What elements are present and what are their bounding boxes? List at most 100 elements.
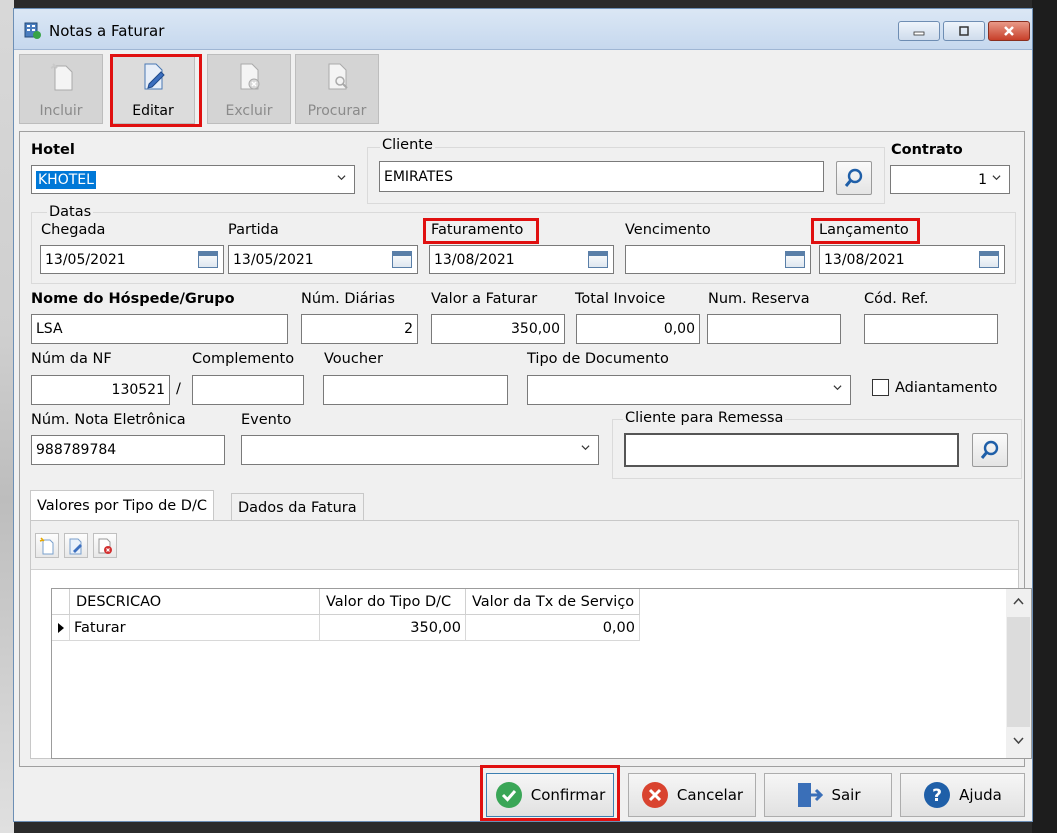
app-icon (24, 22, 41, 39)
contrato-value: 1 (978, 171, 987, 188)
voucher-label: Voucher (324, 351, 383, 367)
adiantamento-checkbox[interactable] (872, 379, 889, 396)
grid-header-valor-tx[interactable]: Valor da Tx de Serviço (466, 589, 640, 615)
grid-cell-valor-tx[interactable]: 0,00 (466, 615, 640, 641)
grid-edit-button[interactable] (64, 533, 88, 558)
vencimento-date[interactable] (625, 245, 811, 274)
valor-faturar-label: Valor a Faturar (431, 291, 538, 307)
contrato-label: Contrato (891, 142, 963, 158)
chevron-down-icon (992, 175, 1001, 181)
faturamento-value: 13/08/2021 (434, 251, 515, 268)
calendar-icon[interactable] (588, 251, 608, 268)
chevron-down-icon (833, 385, 842, 391)
tipo-documento-combo[interactable] (527, 375, 851, 405)
vencimento-label: Vencimento (625, 222, 711, 238)
row-indicator-icon (52, 615, 70, 641)
adiantamento-label[interactable]: Adiantamento (895, 380, 997, 396)
tab-page: DESCRICAO Valor do Tipo D/C Valor da Tx … (30, 520, 1032, 759)
num-reserva-label: Num. Reserva (708, 291, 810, 307)
incluir-button[interactable]: Incluir (19, 54, 103, 124)
edit-document-icon (69, 538, 82, 554)
evento-label: Evento (241, 412, 292, 428)
faturamento-date[interactable]: 13/08/2021 (429, 245, 614, 274)
evento-combo[interactable] (241, 435, 599, 465)
maximize-icon (959, 26, 969, 36)
calendar-icon[interactable] (198, 251, 218, 268)
grid-cell-valor-tipo[interactable]: 350,00 (320, 615, 466, 641)
voucher-input[interactable] (323, 375, 508, 405)
grid-scrollbar[interactable] (1006, 589, 1031, 758)
chegada-label: Chegada (41, 222, 106, 238)
calendar-icon[interactable] (979, 251, 999, 268)
cod-ref-input[interactable] (864, 314, 998, 344)
cancelar-button[interactable]: Cancelar (628, 773, 756, 817)
cliente-input[interactable]: EMIRATES (379, 161, 824, 192)
diarias-input[interactable]: 2 (301, 314, 418, 344)
remessa-label: Cliente para Remessa (623, 410, 786, 426)
notas-a-faturar-window: Notas a Faturar Incluir Editar Excluir P… (13, 8, 1033, 822)
help-icon: ? (924, 782, 951, 808)
sair-button[interactable]: Sair (764, 773, 892, 817)
procurar-label: Procurar (307, 103, 367, 119)
grid-header-valor-tipo[interactable]: Valor do Tipo D/C (320, 589, 466, 615)
cancelar-label: Cancelar (676, 786, 744, 804)
delete-document-icon (240, 63, 260, 90)
minimize-icon (913, 31, 925, 36)
excluir-button[interactable]: Excluir (207, 54, 291, 124)
grid-toolbar (31, 521, 1018, 570)
procurar-button[interactable]: Procurar (295, 54, 379, 124)
confirmar-button[interactable]: Confirmar (486, 773, 614, 817)
cancel-icon (641, 782, 668, 808)
total-invoice-label: Total Invoice (575, 291, 666, 307)
remessa-search-button[interactable] (972, 433, 1008, 467)
hospede-label: Nome do Hóspede/Grupo (31, 291, 235, 307)
chevron-down-icon (581, 445, 590, 451)
partida-date[interactable]: 13/05/2021 (228, 245, 418, 274)
background-left (0, 0, 14, 833)
find-document-icon (328, 63, 348, 90)
grid-delete-button[interactable] (93, 533, 117, 558)
valores-grid[interactable]: DESCRICAO Valor do Tipo D/C Valor da Tx … (51, 588, 1032, 759)
close-button[interactable] (988, 21, 1030, 41)
grid-add-button[interactable] (35, 533, 59, 558)
ajuda-button[interactable]: ? Ajuda (900, 773, 1025, 817)
total-invoice-input[interactable]: 0,00 (576, 314, 700, 344)
hotel-combo[interactable]: KHOTEL (31, 165, 355, 194)
maximize-button[interactable] (943, 21, 985, 41)
close-icon (1004, 26, 1014, 36)
tab-dados-fatura[interactable]: Dados da Fatura (231, 493, 364, 521)
chegada-date[interactable]: 13/05/2021 (40, 245, 224, 274)
complemento-label: Complemento (192, 351, 295, 367)
calendar-icon[interactable] (392, 251, 412, 268)
contrato-combo[interactable]: 1 (890, 165, 1010, 194)
editar-button[interactable]: Editar (111, 54, 195, 124)
grid-cell-descricao[interactable]: Faturar (70, 615, 320, 641)
tab-valores-tipo-dc[interactable]: Valores por Tipo de D/C (30, 490, 214, 521)
tipo-documento-label: Tipo de Documento (527, 351, 669, 367)
calendar-icon[interactable] (785, 251, 805, 268)
grid-header-descricao[interactable]: DESCRICAO (70, 589, 320, 615)
lancamento-value: 13/08/2021 (824, 251, 905, 268)
num-nf-input[interactable]: 130521 (31, 375, 170, 405)
chevron-up-icon[interactable] (1013, 597, 1024, 605)
lancamento-date[interactable]: 13/08/2021 (819, 245, 1005, 274)
search-icon (980, 440, 999, 459)
minimize-button[interactable] (898, 21, 940, 41)
hotel-value: KHOTEL (36, 170, 96, 189)
nota-eletronica-input[interactable]: 988789784 (31, 435, 225, 465)
hospede-input[interactable]: LSA (31, 314, 288, 344)
title-bar[interactable]: Notas a Faturar (14, 9, 1032, 50)
cliente-search-button[interactable] (836, 161, 872, 195)
nf-separator: / (176, 381, 181, 397)
chevron-down-icon[interactable] (1013, 737, 1024, 745)
grid-scroll-thumb[interactable] (1007, 617, 1030, 727)
valor-faturar-input[interactable]: 350,00 (431, 314, 565, 344)
remessa-input[interactable] (624, 433, 959, 467)
nota-eletronica-label: Núm. Nota Eletrônica (31, 412, 186, 428)
datas-label: Datas (47, 204, 94, 220)
complemento-input[interactable] (192, 375, 304, 405)
cliente-label: Cliente (380, 137, 435, 153)
delete-document-icon (98, 538, 112, 554)
hotel-label: Hotel (31, 142, 75, 158)
num-reserva-input[interactable] (707, 314, 841, 344)
